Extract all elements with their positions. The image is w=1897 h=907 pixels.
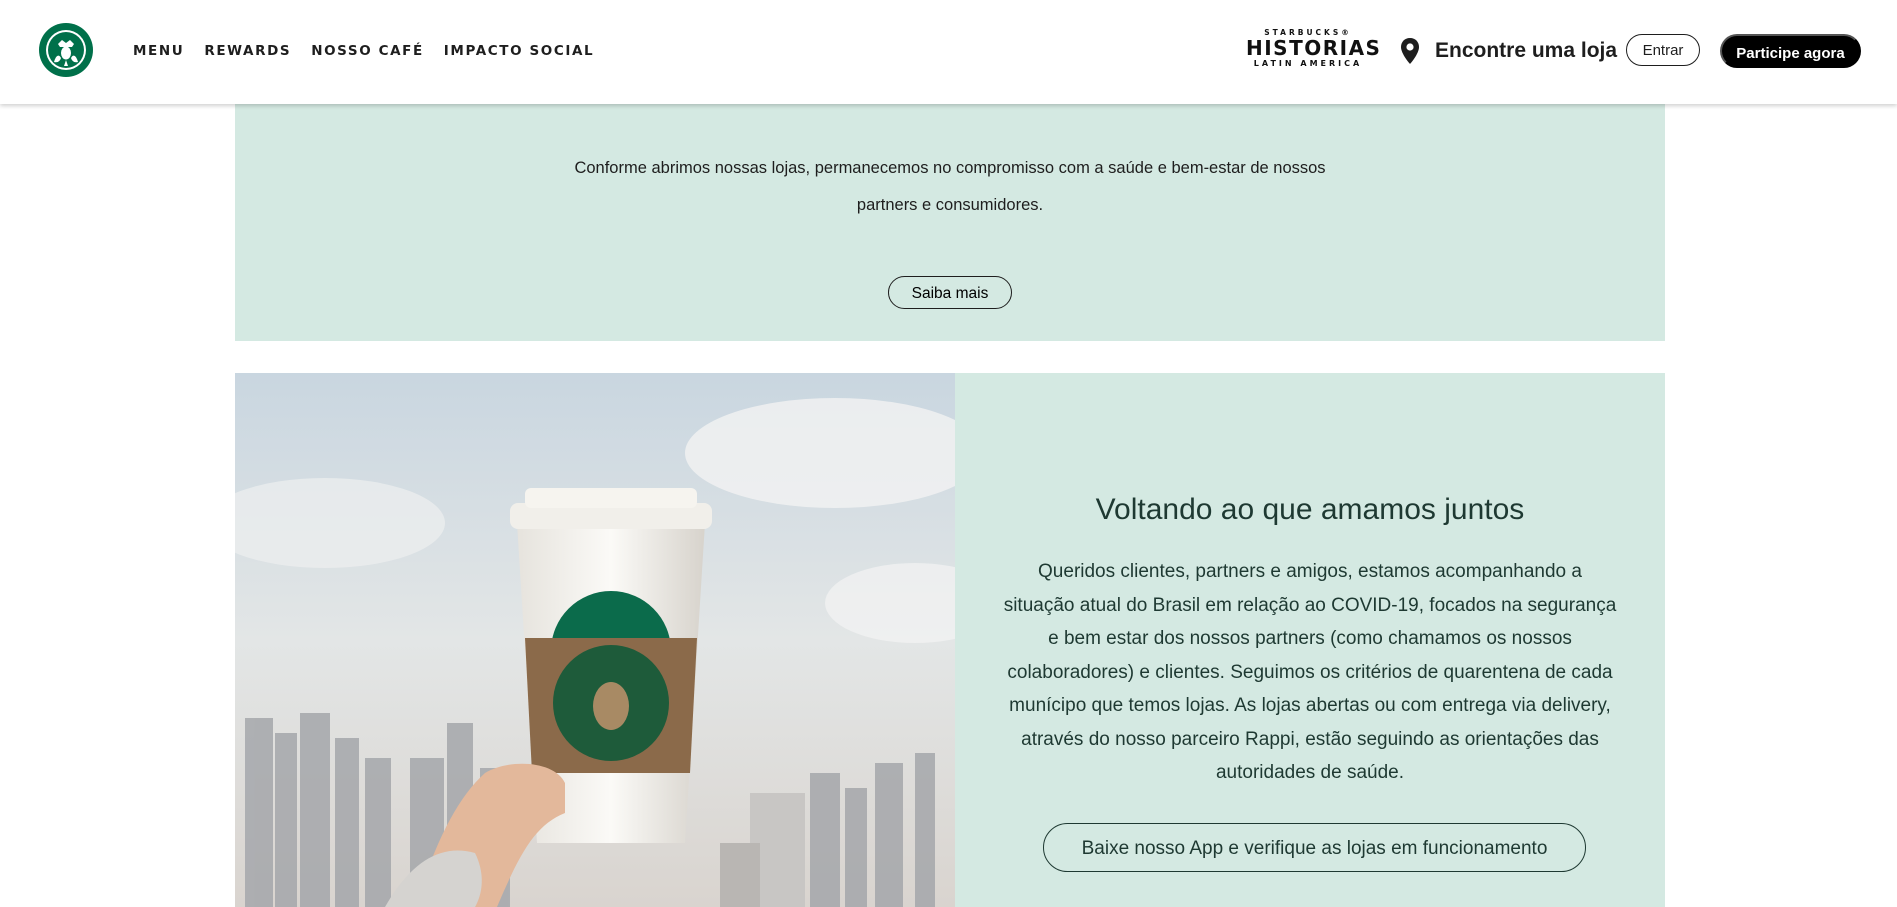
feature-body-line: munícipo que temos lojas. As lojas abert… <box>1009 695 1611 716</box>
join-now-button[interactable]: Participe agora <box>1720 34 1861 68</box>
feature-body-line: autoridades de saúde. <box>1215 762 1405 783</box>
main-nav: MENU REWARDS NOSSO CAFÉ IMPACTO SOCIAL <box>133 43 594 59</box>
learn-more-button[interactable]: Saiba mais <box>888 276 1012 309</box>
covid-info-panel: Voltando ao que amamos juntos Queridos c… <box>955 373 1665 907</box>
banner-text-line: Conforme abrimos nossas lojas, permanece… <box>574 159 1326 177</box>
find-store-link[interactable]: Encontre uma loja <box>1435 39 1617 63</box>
feature-body-line: e bem estar dos nossos partners (como ch… <box>1048 628 1572 649</box>
starbucks-logo[interactable] <box>38 22 94 78</box>
nav-rewards[interactable]: REWARDS <box>204 43 291 59</box>
feature-body-line: Queridos clientes, partners e amigos, es… <box>1038 561 1582 582</box>
feature-body: Queridos clientes, partners e amigos, es… <box>995 555 1625 790</box>
coffee-cup-photo <box>235 373 955 907</box>
nav-impacto-social[interactable]: IMPACTO SOCIAL <box>444 43 594 59</box>
feature-title: Voltando ao que amamos juntos <box>1095 493 1525 526</box>
nav-nosso-cafe[interactable]: NOSSO CAFÉ <box>311 43 424 59</box>
historias-logo[interactable]: STARBUCKS® HISTORIAS LATIN AMERICA <box>1246 28 1382 68</box>
historias-title: HISTORIAS <box>1246 36 1382 60</box>
nav-menu[interactable]: MENU <box>133 43 184 59</box>
banner-text: Conforme abrimos nossas lojas, permanece… <box>235 150 1665 224</box>
historias-subtitle: LATIN AMERICA <box>1253 59 1363 68</box>
feature-body-line: colaboradores) e clientes. Seguimos os c… <box>1007 661 1613 683</box>
feature-body-line: através do nosso parceiro Rappi, estão s… <box>1021 728 1599 750</box>
site-header: MENU REWARDS NOSSO CAFÉ IMPACTO SOCIAL S… <box>0 0 1897 104</box>
banner-text-line: partners e consumidores. <box>856 196 1044 214</box>
feature-body-line: situação atual do Brasil em relação ao C… <box>1003 594 1617 616</box>
location-pin-icon[interactable] <box>1399 37 1421 65</box>
signin-button[interactable]: Entrar <box>1626 34 1700 66</box>
health-banner: Conforme abrimos nossas lojas, permanece… <box>235 104 1665 341</box>
download-app-button[interactable]: Baixe nosso App e verifique as lojas em … <box>1043 823 1586 872</box>
